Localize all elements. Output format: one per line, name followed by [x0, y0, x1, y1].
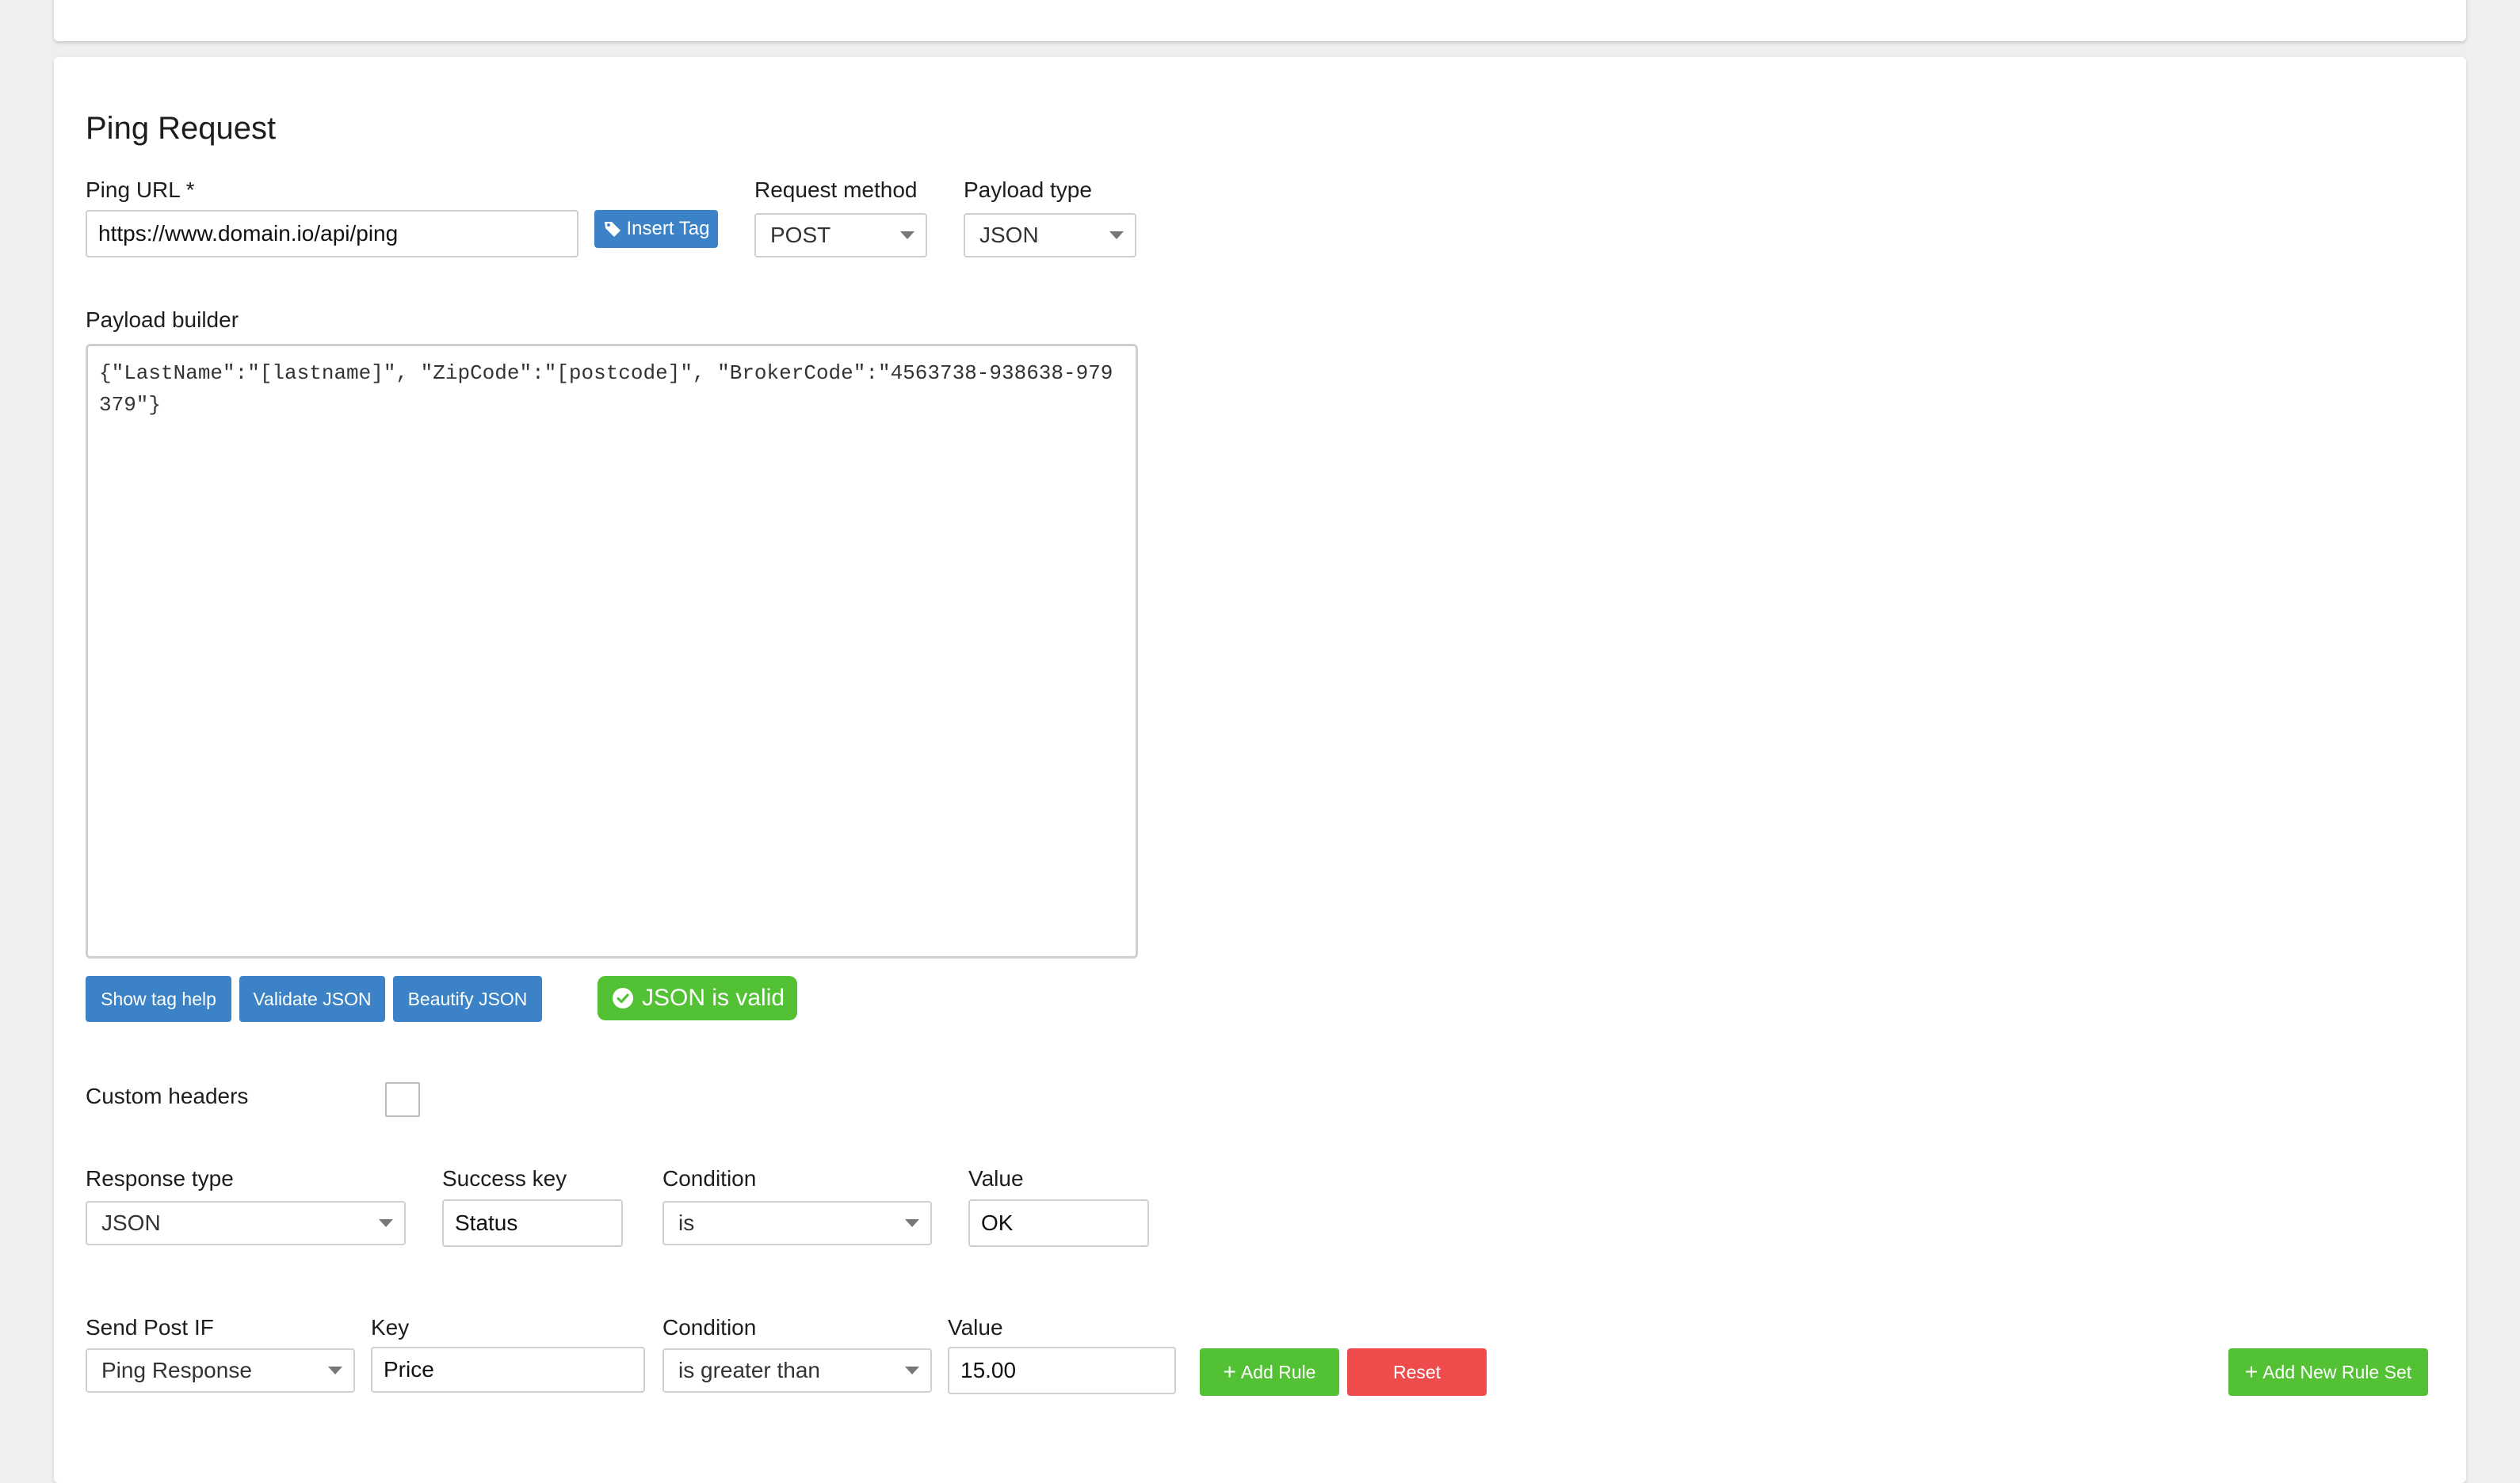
- response-condition-value: is: [678, 1210, 695, 1235]
- beautify-json-button[interactable]: Beautify JSON: [393, 976, 542, 1022]
- send-condition-select[interactable]: is greater than: [662, 1348, 932, 1393]
- tag-icon: [603, 219, 622, 238]
- add-rule-label: Add Rule: [1240, 1361, 1316, 1382]
- add-new-rule-set-label: Add New Rule Set: [2262, 1361, 2412, 1382]
- custom-headers-checkbox[interactable]: [385, 1082, 420, 1117]
- chevron-down-icon: [1109, 231, 1124, 239]
- send-post-if-label: Send Post IF: [86, 1315, 214, 1340]
- send-value-input[interactable]: 15.00: [948, 1347, 1176, 1394]
- payload-type-label: Payload type: [964, 177, 1092, 202]
- ping-request-card: Ping Request Ping URL * https://www.doma…: [54, 57, 2466, 1483]
- add-rule-button[interactable]: + Add Rule: [1200, 1348, 1339, 1396]
- response-value-input[interactable]: OK: [968, 1199, 1149, 1247]
- section-title: Ping Request: [86, 111, 277, 146]
- response-value-label: Value: [968, 1166, 1024, 1191]
- insert-tag-button[interactable]: Insert Tag: [594, 210, 718, 248]
- chevron-down-icon: [379, 1219, 393, 1227]
- plus-icon: +: [2244, 1359, 2258, 1384]
- check-circle-icon: [612, 987, 634, 1009]
- request-method-select[interactable]: POST: [754, 213, 927, 257]
- key-value: Price: [384, 1357, 434, 1382]
- insert-tag-label: Insert Tag: [626, 218, 710, 239]
- custom-headers-label: Custom headers: [86, 1084, 249, 1108]
- validate-json-button[interactable]: Validate JSON: [239, 976, 385, 1022]
- ping-url-value: https://www.domain.io/api/ping: [98, 221, 399, 246]
- reset-button[interactable]: Reset: [1347, 1348, 1487, 1396]
- chevron-down-icon: [900, 231, 914, 239]
- json-valid-label: JSON is valid: [642, 985, 785, 1011]
- payload-type-value: JSON: [979, 223, 1039, 247]
- payload-builder-textarea[interactable]: {"LastName":"[lastname]", "ZipCode":"[po…: [86, 344, 1138, 959]
- chevron-down-icon: [905, 1219, 919, 1227]
- response-condition-label: Condition: [662, 1166, 757, 1191]
- ping-url-input[interactable]: https://www.domain.io/api/ping: [86, 210, 578, 257]
- show-tag-help-button[interactable]: Show tag help: [86, 976, 231, 1022]
- send-value: 15.00: [960, 1358, 1017, 1382]
- add-new-rule-set-button[interactable]: + Add New Rule Set: [2228, 1348, 2428, 1396]
- send-value-label: Value: [948, 1315, 1003, 1340]
- response-type-value: JSON: [101, 1210, 161, 1235]
- send-post-if-value: Ping Response: [101, 1358, 252, 1382]
- key-label: Key: [371, 1315, 410, 1340]
- payload-builder-label: Payload builder: [86, 307, 239, 332]
- payload-type-select[interactable]: JSON: [964, 213, 1136, 257]
- response-type-label: Response type: [86, 1166, 234, 1191]
- key-input[interactable]: Price: [371, 1347, 645, 1393]
- send-condition-value: is greater than: [678, 1358, 820, 1382]
- success-key-value: Status: [455, 1210, 518, 1235]
- chevron-down-icon: [905, 1367, 919, 1374]
- request-method-value: POST: [770, 223, 831, 247]
- request-method-label: Request method: [754, 177, 918, 202]
- json-valid-badge: JSON is valid: [598, 976, 797, 1020]
- response-condition-select[interactable]: is: [662, 1201, 932, 1245]
- response-type-select[interactable]: JSON: [86, 1201, 406, 1245]
- plus-icon: +: [1223, 1359, 1236, 1384]
- chevron-down-icon: [328, 1367, 342, 1374]
- send-post-if-select[interactable]: Ping Response: [86, 1348, 355, 1393]
- success-key-label: Success key: [442, 1166, 567, 1191]
- success-key-input[interactable]: Status: [442, 1199, 623, 1247]
- top-card: [54, 0, 2466, 41]
- send-condition-label: Condition: [662, 1315, 757, 1340]
- response-value: OK: [981, 1210, 1014, 1235]
- ping-url-label: Ping URL *: [86, 177, 195, 202]
